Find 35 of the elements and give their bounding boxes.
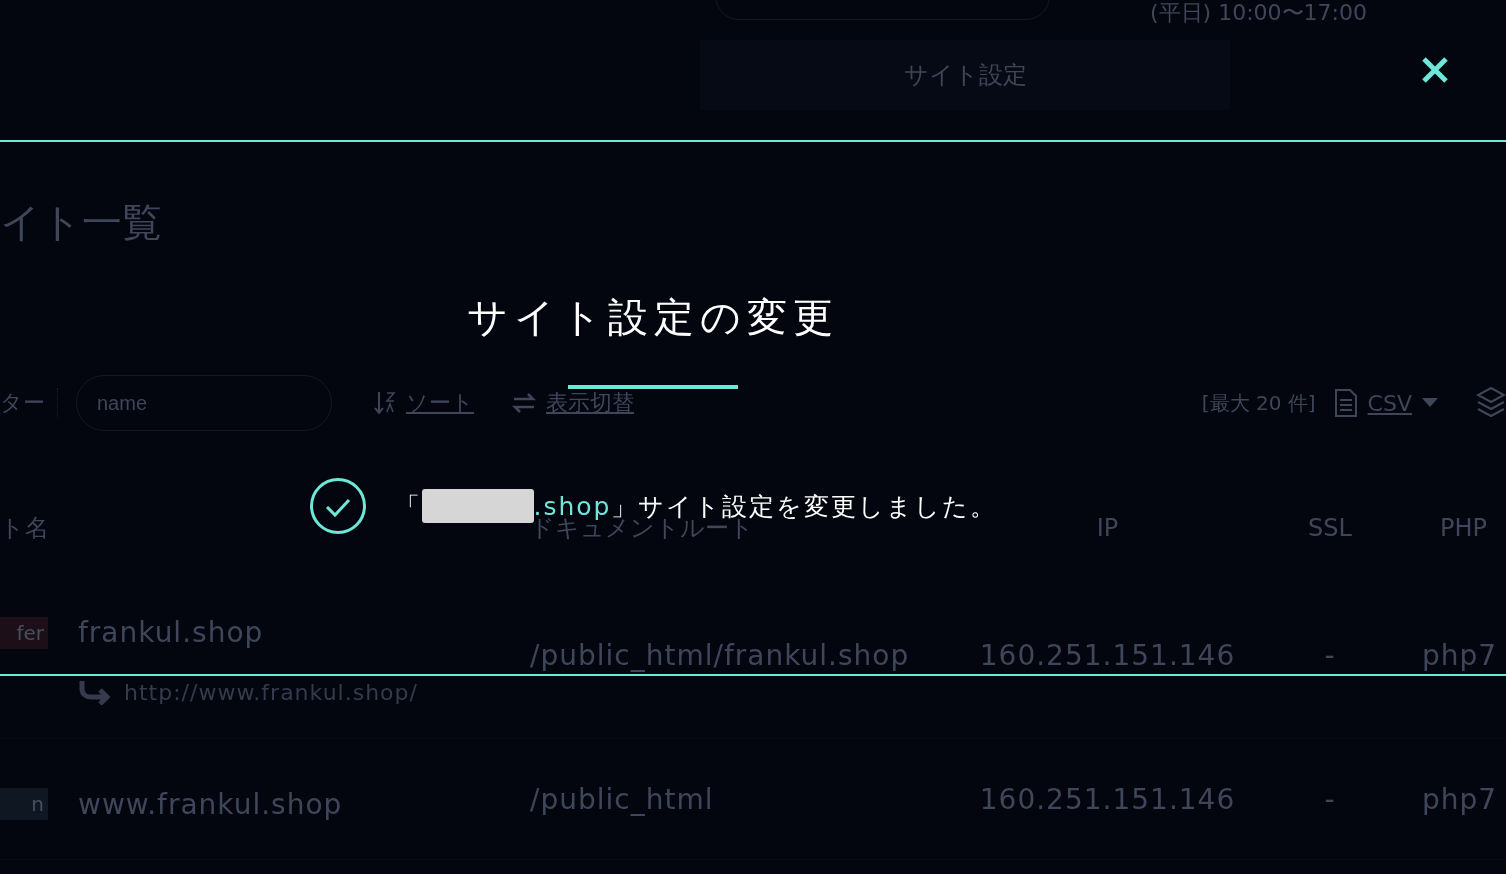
bracket-text: 「: [394, 490, 422, 523]
table-cell: /public_html/frankul.shop: [530, 639, 910, 672]
table-cell: /public_html: [530, 782, 714, 816]
table-cell: -: [1324, 639, 1336, 672]
filter-label: ター: [0, 388, 58, 418]
column-header: IP: [1096, 514, 1119, 542]
close-button[interactable]: [1420, 55, 1450, 85]
site-domain[interactable]: www.frankul.shop: [78, 787, 343, 821]
table-cell: php7: [1422, 782, 1498, 816]
table-cell: -: [1324, 782, 1336, 816]
layers-icon: [1476, 386, 1506, 420]
page-title: イト一覧: [0, 198, 162, 247]
check-circle-icon: [308, 477, 367, 535]
caret-icon: [1422, 398, 1438, 408]
table-cell: 160.251.151.146: [979, 782, 1236, 816]
redirect-url: http://www.frankul.shop/: [124, 679, 418, 705]
business-hours: (平日) 10:00〜17:00: [1150, 0, 1367, 27]
swap-icon: [512, 392, 536, 414]
result-limit: [最大 20 件]: [1201, 389, 1316, 417]
csv-link[interactable]: CSV: [1333, 388, 1438, 418]
document-icon: [1333, 388, 1358, 418]
sort-icon: [374, 390, 396, 416]
site-domain[interactable]: frankul.shop: [78, 616, 264, 649]
status-badge: fer: [0, 616, 48, 649]
view-toggle-link[interactable]: 表示切替: [512, 388, 634, 418]
search-field[interactable]: name: [76, 375, 332, 431]
column-header: SSL: [1308, 514, 1352, 542]
column-header: ト名: [0, 513, 49, 544]
table-cell: 160.251.151.146: [979, 639, 1236, 672]
column-header: PHP: [1440, 514, 1487, 542]
status-badge: n: [0, 788, 48, 820]
tab[interactable]: サイト設定: [700, 40, 1230, 110]
table-cell: php7: [1422, 639, 1498, 672]
sort-link[interactable]: ソート: [374, 388, 474, 418]
modal-title: サイト設定の変更: [467, 293, 839, 342]
